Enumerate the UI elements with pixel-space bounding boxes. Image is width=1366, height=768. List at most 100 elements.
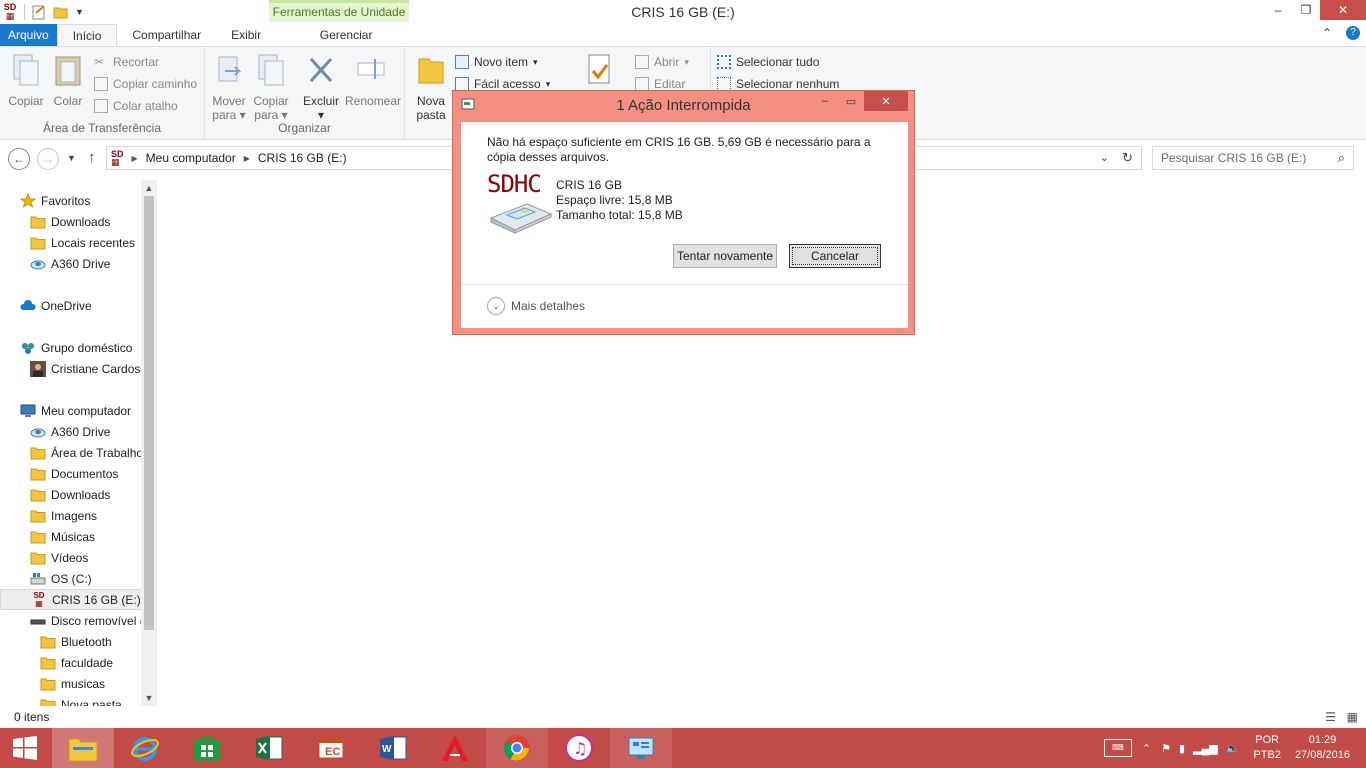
action-center-icon[interactable]: ⚑ [1161, 742, 1171, 755]
taskbar-file-explorer[interactable] [52, 728, 114, 768]
cancel-button[interactable]: Cancelar [789, 244, 881, 268]
collapse-ribbon-icon[interactable]: ⌃ [1322, 26, 1332, 40]
new-folder-button[interactable]: Nova pasta [409, 53, 453, 122]
taskbar-itunes[interactable]: ♫ [548, 728, 610, 768]
new-item-button[interactable]: Novo item ▾ [455, 53, 538, 71]
nav-item-label: Grupo doméstico [41, 340, 133, 355]
nav-item[interactable]: Músicas [0, 526, 142, 547]
svg-text:EC: EC [325, 746, 340, 758]
nav-item[interactable]: faculdade [0, 652, 142, 673]
nav-item[interactable]: Vídeos [0, 547, 142, 568]
move-to-button[interactable]: Mover para ▾ [207, 53, 251, 122]
maximize-button[interactable]: ❐ [1292, 0, 1320, 20]
itunes-icon: ♫ [565, 734, 593, 762]
file-explorer-icon [68, 738, 98, 762]
taskbar-autocad[interactable] [424, 728, 486, 768]
cut-button[interactable]: ✂ Recortar [94, 53, 159, 71]
copy-path-icon [94, 77, 108, 91]
nav-item[interactable]: Downloads [0, 484, 142, 505]
nav-item[interactable]: Área de Trabalho [0, 442, 142, 463]
nav-item[interactable]: Bluetooth [0, 631, 142, 652]
volume-icon[interactable]: 🔈 [1226, 742, 1240, 755]
retry-button[interactable]: Tentar novamente [673, 244, 777, 268]
taskbar: EC W ♫ ⌨ ⌃ ⚑ ▮ ▂▄▆ 🔈 POR PTB2 01:29 27/0… [0, 728, 1366, 768]
dialog-maximize-button[interactable]: ▭ [838, 91, 864, 111]
properties-button[interactable] [577, 53, 621, 94]
folder-icon [30, 487, 46, 503]
up-button[interactable]: ↑ [88, 149, 96, 166]
nav-item[interactable]: Documentos [0, 463, 142, 484]
help-icon[interactable]: ? [1346, 26, 1360, 40]
paste-button[interactable]: Colar [46, 53, 90, 108]
tab-gerenciar[interactable]: Gerenciar [276, 24, 417, 46]
breadcrumb-meu-computador[interactable]: Meu computador [146, 151, 236, 165]
nav-item[interactable]: Disco removível (F:) [0, 610, 142, 631]
tab-exibir[interactable]: Exibir [216, 24, 276, 46]
network-signal-icon[interactable]: ▂▄▆ [1193, 742, 1218, 755]
copy-path-button[interactable]: Copiar caminho [94, 75, 197, 93]
taskbar-excel[interactable] [238, 728, 300, 768]
nav-item[interactable]: Locais recentes [0, 232, 142, 253]
input-language-indicator[interactable]: POR PTB2 [1253, 733, 1281, 763]
more-details-toggle[interactable]: ⌄ Mais detalhes [487, 297, 585, 315]
nav-item[interactable]: Imagens [0, 505, 142, 526]
large-icons-view-icon[interactable]: ▦ [1347, 710, 1358, 724]
scrollbar-thumb[interactable] [144, 196, 154, 630]
minimize-button[interactable]: – [1264, 0, 1292, 20]
copy-button[interactable]: Copiar [4, 53, 48, 108]
taskbar-chrome[interactable] [486, 728, 548, 768]
nav-item[interactable]: Favoritos [0, 190, 142, 211]
delete-button[interactable]: Excluir ▾ [299, 53, 343, 122]
nav-item[interactable]: Downloads [0, 211, 142, 232]
nav-item-label: Disco removível (F:) [51, 613, 142, 628]
nav-item[interactable]: OS (C:) [0, 568, 142, 589]
clock[interactable]: 01:29 27/08/2016 [1295, 733, 1350, 763]
nav-pane-scrollbar[interactable]: ▲ ▼ [141, 180, 157, 706]
tab-arquivo[interactable]: Arquivo [0, 24, 57, 46]
dialog-minimize-button[interactable]: – [812, 91, 838, 111]
recent-locations-dropdown[interactable]: ▼ [67, 153, 76, 163]
nav-item[interactable]: Grupo doméstico [0, 337, 142, 358]
forward-button[interactable]: → [37, 148, 59, 170]
nav-item-selected[interactable]: SD ▦ CRIS 16 GB (E:) [0, 589, 142, 610]
back-button[interactable]: ← [8, 148, 30, 170]
nav-item[interactable]: A360 Drive [0, 253, 142, 274]
taskbar-office-app[interactable]: EC [300, 728, 362, 768]
nav-item[interactable]: Nova pasta [0, 694, 142, 706]
tab-compartilhar[interactable]: Compartilhar [117, 24, 216, 46]
nav-item[interactable]: Meu computador [0, 400, 142, 421]
open-button[interactable]: Abrir ▾ [635, 53, 689, 71]
nav-item[interactable]: Cristiane Cardoso [0, 358, 142, 379]
rename-button[interactable]: Renomear [345, 53, 401, 108]
nav-item[interactable]: musicas [0, 673, 142, 694]
nav-item[interactable]: A360 Drive [0, 421, 142, 442]
select-all-button[interactable]: Selecionar tudo [717, 53, 819, 71]
address-history-dropdown[interactable]: ⌄ [1100, 151, 1109, 164]
search-input[interactable]: Pesquisar CRIS 16 GB (E:) ⌕ [1152, 146, 1354, 170]
copy-to-button[interactable]: Copiar para ▾ [249, 53, 293, 122]
breadcrumb-drive[interactable]: CRIS 16 GB (E:) [258, 151, 347, 165]
folder-icon [30, 445, 46, 461]
scroll-down-icon[interactable]: ▼ [141, 690, 157, 706]
start-button[interactable] [0, 728, 50, 768]
touch-keyboard-icon[interactable]: ⌨ [1103, 739, 1132, 757]
store-icon [194, 736, 220, 761]
scroll-up-icon[interactable]: ▲ [141, 180, 157, 196]
window-controls: – ❐ ✕ [1264, 0, 1366, 20]
taskbar-control-panel[interactable] [610, 728, 672, 768]
dialog-close-button[interactable]: ✕ [864, 91, 908, 111]
taskbar-store[interactable] [176, 728, 238, 768]
details-view-icon[interactable]: ☰ [1325, 710, 1336, 724]
user-photo-icon [30, 360, 46, 377]
taskbar-word[interactable]: W [362, 728, 424, 768]
nav-item[interactable]: OneDrive [0, 295, 142, 316]
paste-shortcut-button[interactable]: Colar atalho [94, 97, 178, 115]
show-hidden-icons-icon[interactable]: ⌃ [1142, 742, 1151, 755]
refresh-icon[interactable]: ↻ [1122, 150, 1133, 166]
close-button[interactable]: ✕ [1320, 0, 1366, 20]
tab-inicio[interactable]: Início [56, 24, 118, 46]
battery-icon[interactable]: ▮ [1179, 742, 1185, 755]
nav-item-label: Downloads [51, 487, 111, 502]
folder-icon [30, 235, 46, 251]
taskbar-internet-explorer[interactable] [114, 728, 176, 768]
